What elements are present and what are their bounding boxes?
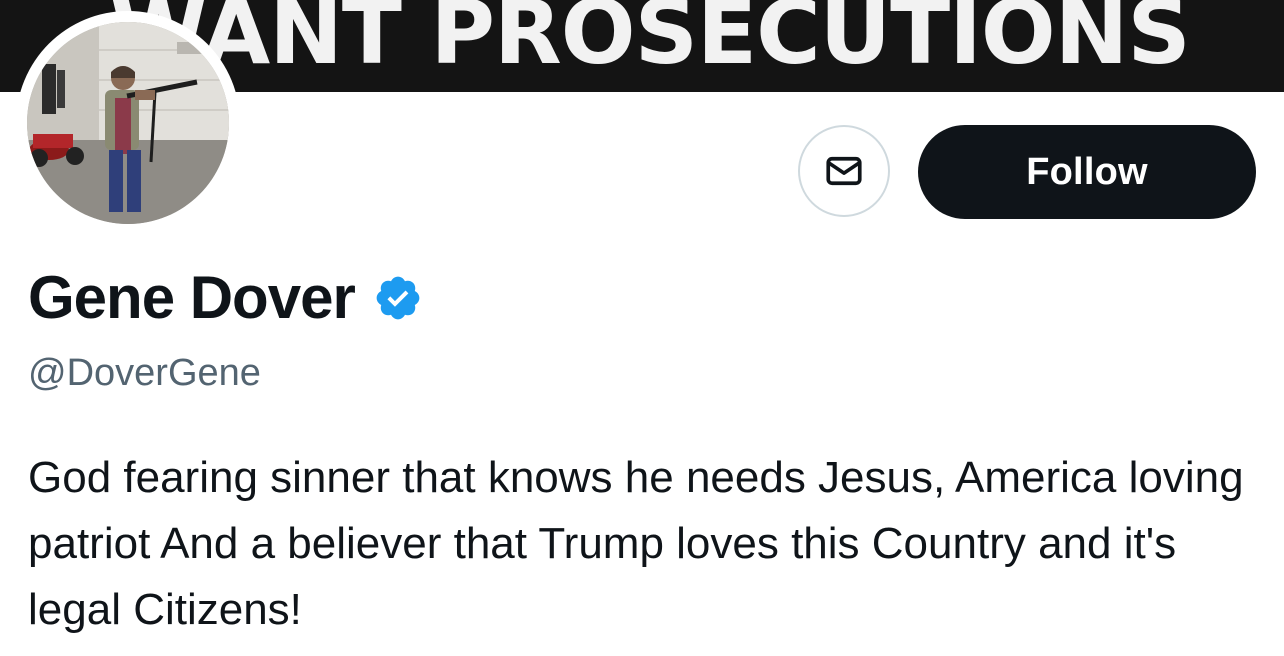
envelope-icon <box>826 156 862 186</box>
avatar-photo <box>27 22 229 224</box>
verified-badge-icon[interactable] <box>373 273 423 323</box>
name-row: Gene Dover <box>28 262 423 334</box>
banner-text: WANT PROSECUTIONS <box>110 0 1191 84</box>
display-name: Gene Dover <box>28 264 356 331</box>
profile-bio: God fearing sinner that knows he needs J… <box>28 453 1244 634</box>
message-button[interactable] <box>798 125 890 217</box>
avatar[interactable] <box>27 22 229 224</box>
follow-button[interactable]: Follow <box>918 125 1256 219</box>
avatar-ring <box>16 11 240 235</box>
user-handle: @DoverGene <box>28 352 261 394</box>
